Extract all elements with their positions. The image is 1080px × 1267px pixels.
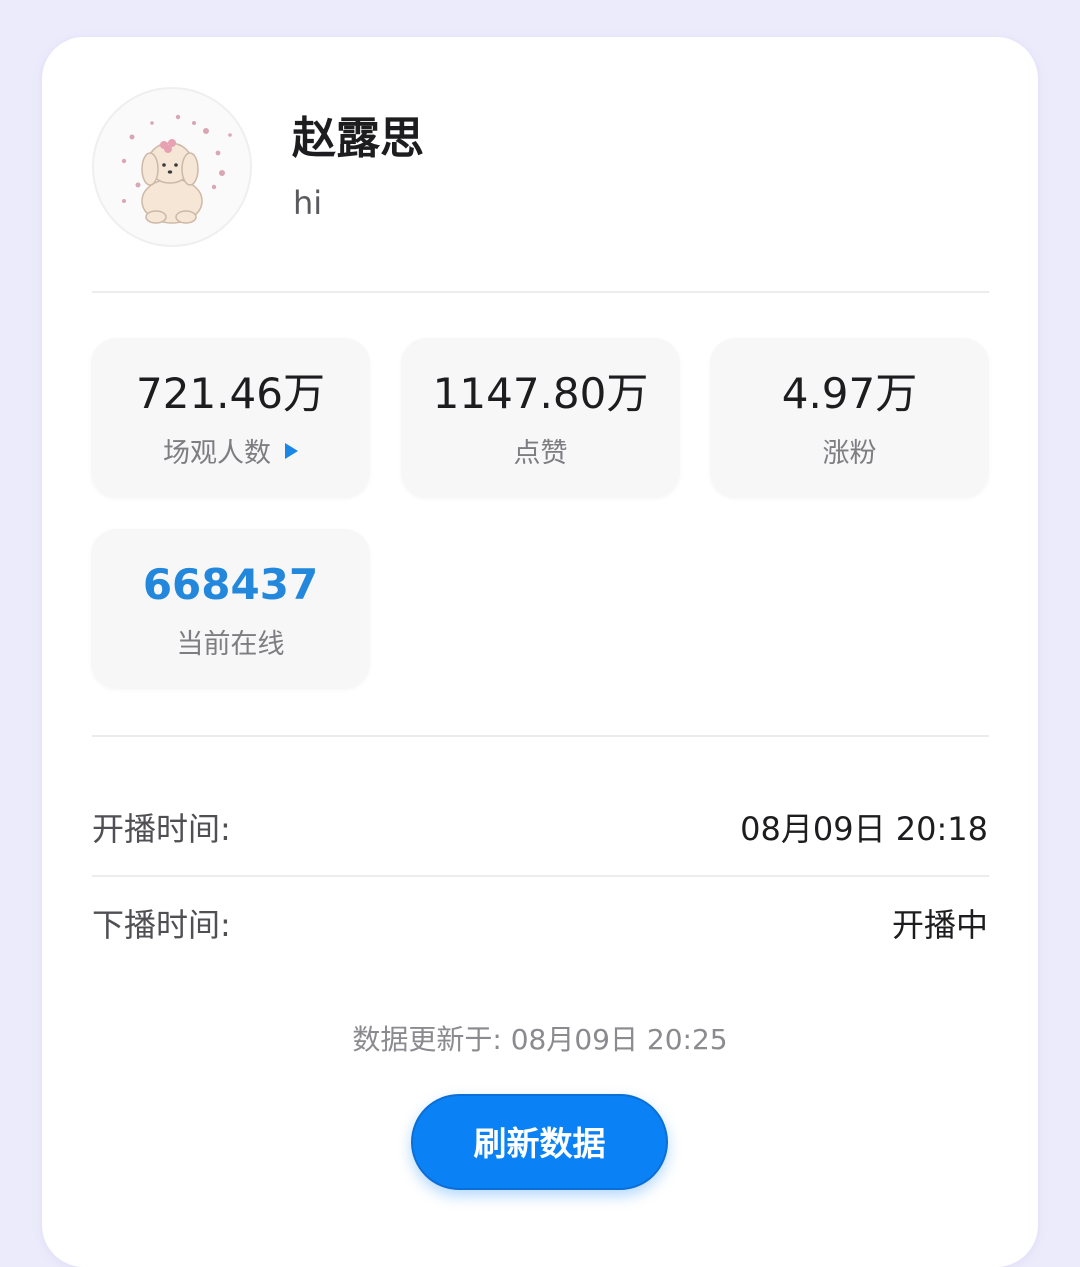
- divider: [92, 735, 989, 737]
- profile-name: 赵露思: [292, 113, 424, 164]
- stat-value: 668437: [142, 560, 319, 609]
- end-time-value: 开播中: [891, 906, 988, 944]
- stat-card-viewers[interactable]: 721.46万 场观人数: [91, 338, 370, 498]
- data-updated-text: 数据更新于: 08月09日 20:25: [352, 1023, 728, 1056]
- start-time-label: 开播时间:: [92, 810, 231, 848]
- dog-avatar-illustration: [121, 114, 232, 224]
- stat-value: 1147.80万: [432, 369, 649, 418]
- profile-bio: hi: [293, 184, 323, 222]
- end-time-label: 下播时间:: [92, 906, 231, 944]
- play-triangle-icon: [285, 443, 298, 459]
- divider: [92, 875, 989, 877]
- stat-label: 当前在线: [176, 629, 285, 660]
- start-time-value: 08月09日 20:18: [740, 810, 988, 848]
- refresh-data-button[interactable]: 刷新数据: [411, 1094, 668, 1190]
- stat-card-online: 668437 当前在线: [91, 529, 370, 689]
- profile-card: 赵露思 hi 721.46万 场观人数 1147.80万 点赞 4.97万 涨粉…: [42, 37, 1038, 1267]
- stat-value: 4.97万: [781, 369, 918, 418]
- divider: [92, 291, 989, 293]
- stat-label: 涨粉: [822, 438, 877, 469]
- stat-value: 721.46万: [136, 369, 325, 418]
- avatar[interactable]: [92, 87, 252, 247]
- stat-card-followers: 4.97万 涨粉: [710, 338, 989, 498]
- stat-card-likes: 1147.80万 点赞: [401, 338, 680, 498]
- stat-label: 点赞: [513, 438, 568, 469]
- stat-label: 场观人数: [91, 434, 370, 474]
